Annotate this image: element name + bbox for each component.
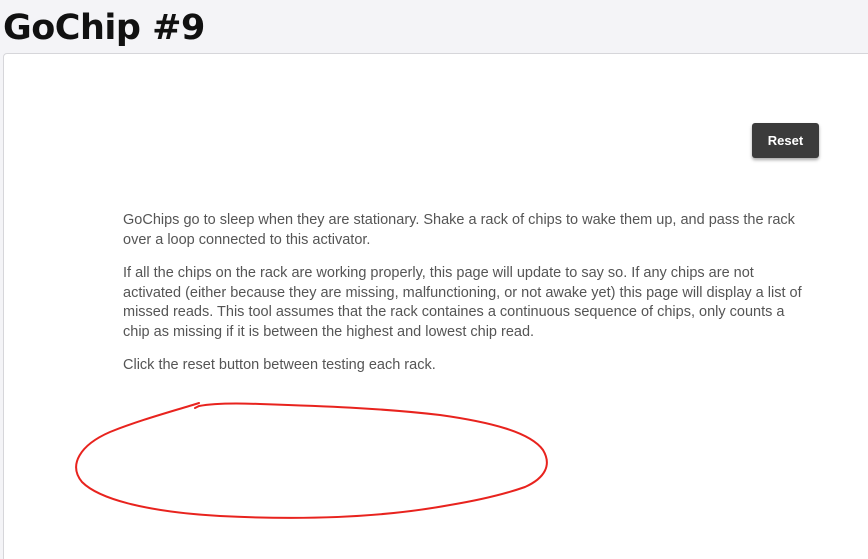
instructions: GoChips go to sleep when they are statio… [123, 211, 813, 390]
page: GoChip #9 Reset GoChips go to sleep when… [0, 0, 868, 559]
reset-button[interactable]: Reset [752, 123, 819, 158]
main-panel: Reset GoChips go to sleep when they are … [3, 53, 868, 559]
instructions-paragraph-3: Click the reset button between testing e… [123, 357, 436, 373]
page-title: GoChip #9 [3, 8, 205, 48]
instructions-paragraph-2: If all the chips on the rack are working… [123, 265, 802, 340]
instructions-paragraph-1: GoChips go to sleep when they are statio… [123, 212, 795, 248]
